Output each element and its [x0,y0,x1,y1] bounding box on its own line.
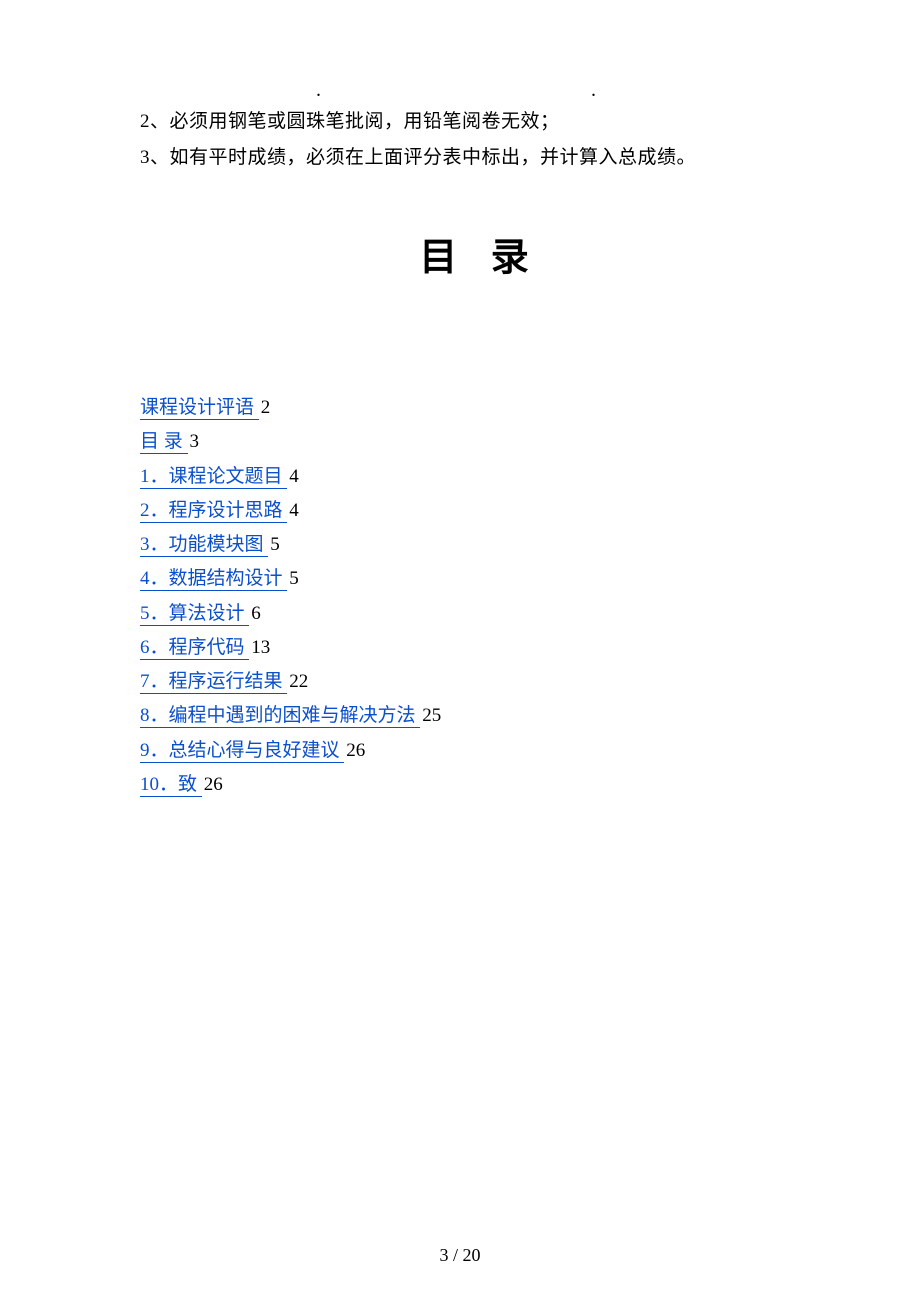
toc-page: 5 [270,534,280,555]
toc-title: 目 录 [140,226,820,281]
toc-link-algorithm[interactable]: 5．算法设计 [140,603,249,626]
toc-page: 3 [190,431,200,452]
toc-entry: 4．数据结构设计 5 [140,562,820,595]
toc-page: 4 [289,500,299,521]
toc-entry: 7．程序运行结果 22 [140,665,820,698]
table-of-contents: 课程设计评语 2 目 录 3 1．课程论文题目 4 2．程序设计思路 4 3．功… [140,391,820,801]
instruction-3: 3、如有平时成绩，必须在上面评分表中标出，并计算入总成绩。 [140,140,820,176]
toc-page: 26 [204,774,223,795]
toc-link-code[interactable]: 6．程序代码 [140,637,249,660]
toc-page: 4 [289,466,299,487]
toc-link-contents[interactable]: 目 录 [140,431,188,454]
dot-right: . [591,80,596,100]
instruction-2: 2、必须用钢笔或圆珠笔批阅，用铅笔阅卷无效； [140,104,820,140]
toc-link-module-diagram[interactable]: 3．功能模块图 [140,534,268,557]
toc-page: 2 [261,397,271,418]
toc-link-topic[interactable]: 1．课程论文题目 [140,466,287,489]
toc-page: 22 [289,671,308,692]
toc-link-summary[interactable]: 9．总结心得与良好建议 [140,740,344,763]
toc-link-data-structure[interactable]: 4．数据结构设计 [140,568,287,591]
toc-link-acknowledgment[interactable]: 10．致 [140,774,202,797]
toc-entry: 9．总结心得与良好建议 26 [140,734,820,767]
toc-entry: 8．编程中遇到的困难与解决方法 25 [140,699,820,732]
toc-entry: 10．致 26 [140,768,820,801]
toc-page: 26 [346,740,365,761]
header-dots: . . [140,80,820,100]
toc-link-course-review[interactable]: 课程设计评语 [140,397,259,420]
toc-page: 25 [422,705,441,726]
toc-entry: 2．程序设计思路 4 [140,494,820,527]
toc-entry: 1．课程论文题目 4 [140,460,820,493]
toc-link-design-idea[interactable]: 2．程序设计思路 [140,500,287,523]
toc-entry: 目 录 3 [140,425,820,458]
page-number: 3 / 20 [0,1245,920,1266]
toc-link-difficulties[interactable]: 8．编程中遇到的困难与解决方法 [140,705,420,728]
toc-entry: 6．程序代码 13 [140,631,820,664]
toc-page: 5 [289,568,299,589]
toc-entry: 5．算法设计 6 [140,597,820,630]
toc-entry: 3．功能模块图 5 [140,528,820,561]
toc-page: 6 [251,603,261,624]
toc-link-results[interactable]: 7．程序运行结果 [140,671,287,694]
toc-entry: 课程设计评语 2 [140,391,820,424]
dot-left: . [316,80,321,100]
page-content: . . 2、必须用钢笔或圆珠笔批阅，用铅笔阅卷无效； 3、如有平时成绩，必须在上… [0,0,920,801]
toc-page: 13 [251,637,270,658]
